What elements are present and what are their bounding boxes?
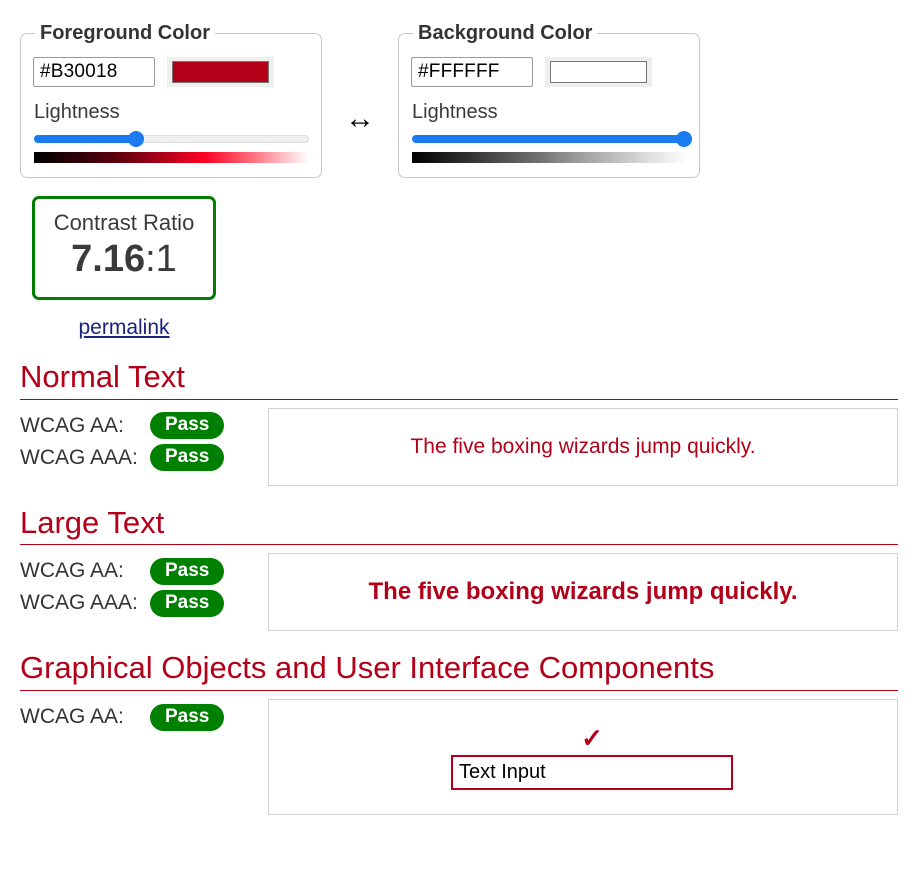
background-gradient-strip xyxy=(412,152,687,163)
slider-fill xyxy=(412,135,685,143)
foreground-color-swatch[interactable] xyxy=(172,61,269,83)
contrast-ratio-title: Contrast Ratio xyxy=(53,210,195,235)
status-badge: Pass xyxy=(150,444,225,472)
background-lightness-slider[interactable] xyxy=(412,130,693,148)
contrast-ratio-area: Contrast Ratio 7.16:1 permalink xyxy=(0,178,924,340)
status-badge: Pass xyxy=(150,412,225,440)
normal-text-sample: The five boxing wizards jump quickly. xyxy=(268,407,898,486)
color-picker-row: Foreground Color Lightness ↔ Background … xyxy=(0,0,924,178)
section-body: WCAG AA: Pass WCAG AAA: Pass The five bo… xyxy=(20,553,898,632)
foreground-color-panel: Foreground Color Lightness xyxy=(20,22,322,178)
status-badge: Pass xyxy=(150,590,225,617)
background-panel-legend: Background Color xyxy=(418,22,593,44)
foreground-panel-legend: Foreground Color xyxy=(40,22,210,44)
contrast-ratio-box: Contrast Ratio 7.16:1 xyxy=(32,196,216,300)
foreground-lightness-slider[interactable] xyxy=(34,130,309,148)
checkmark-icon: ✓ xyxy=(581,722,603,753)
section-large-text: Large Text WCAG AA: Pass WCAG AAA: Pass … xyxy=(20,504,898,632)
wcag-check-label: WCAG AAA: xyxy=(20,445,138,469)
section-body: WCAG AA: Pass ✓ xyxy=(20,699,898,816)
status-badge: Pass xyxy=(150,558,225,585)
background-hex-row xyxy=(411,57,687,87)
background-swatch-wrap xyxy=(545,57,652,87)
wcag-check-list: WCAG AA: Pass WCAG AAA: Pass xyxy=(20,408,268,474)
graphical-sample-inner: ✓ xyxy=(451,725,733,790)
wcag-check-list: WCAG AA: Pass WCAG AAA: Pass xyxy=(20,553,268,619)
wcag-check-label: WCAG AA: xyxy=(20,413,124,437)
background-hex-input[interactable] xyxy=(411,57,533,87)
swap-colors-icon[interactable]: ↔ xyxy=(322,22,398,134)
foreground-lightness-label: Lightness xyxy=(34,101,120,123)
status-badge: Pass xyxy=(150,703,225,731)
foreground-swatch-wrap xyxy=(167,57,274,87)
permalink-link[interactable]: permalink xyxy=(78,316,169,339)
wcag-check-label: WCAG AA: xyxy=(20,559,124,583)
contrast-ratio-number: 7.16 xyxy=(71,238,146,281)
wcag-check-row: WCAG AAA: Pass xyxy=(20,442,268,474)
wcag-check-row: WCAG AA: Pass xyxy=(20,555,268,587)
contrast-ratio-value: 7.16:1 xyxy=(39,238,209,281)
section-graphical-objects: Graphical Objects and User Interface Com… xyxy=(20,649,898,816)
wcag-check-row: WCAG AAA: Pass xyxy=(20,587,268,619)
slider-thumb[interactable] xyxy=(676,131,693,147)
foreground-hex-row xyxy=(33,57,309,87)
slider-thumb[interactable] xyxy=(127,131,144,147)
demo-text-input[interactable] xyxy=(451,754,733,790)
contrast-ratio-suffix: :1 xyxy=(145,238,177,281)
wcag-check-label: WCAG AAA: xyxy=(20,591,138,615)
wcag-check-list: WCAG AA: Pass xyxy=(20,699,268,733)
graphical-objects-sample: ✓ xyxy=(268,699,898,816)
background-color-panel: Background Color Lightness xyxy=(398,22,700,178)
wcag-check-row: WCAG AA: Pass xyxy=(20,701,268,733)
section-normal-text: Normal Text WCAG AA: Pass WCAG AAA: Pass… xyxy=(20,358,898,486)
background-lightness-label: Lightness xyxy=(412,101,498,123)
slider-fill xyxy=(34,135,136,143)
large-text-sample: The five boxing wizards jump quickly. xyxy=(268,553,898,632)
section-title: Normal Text xyxy=(20,358,898,400)
foreground-hex-input[interactable] xyxy=(33,57,155,87)
section-body: WCAG AA: Pass WCAG AAA: Pass The five bo… xyxy=(20,407,898,486)
section-title: Graphical Objects and User Interface Com… xyxy=(20,649,898,692)
section-title: Large Text xyxy=(20,504,898,546)
wcag-check-label: WCAG AA: xyxy=(20,705,124,729)
foreground-gradient-strip xyxy=(34,152,309,163)
background-color-swatch[interactable] xyxy=(550,61,647,83)
wcag-check-row: WCAG AA: Pass xyxy=(20,410,268,442)
permalink-wrap: permalink xyxy=(32,316,216,340)
